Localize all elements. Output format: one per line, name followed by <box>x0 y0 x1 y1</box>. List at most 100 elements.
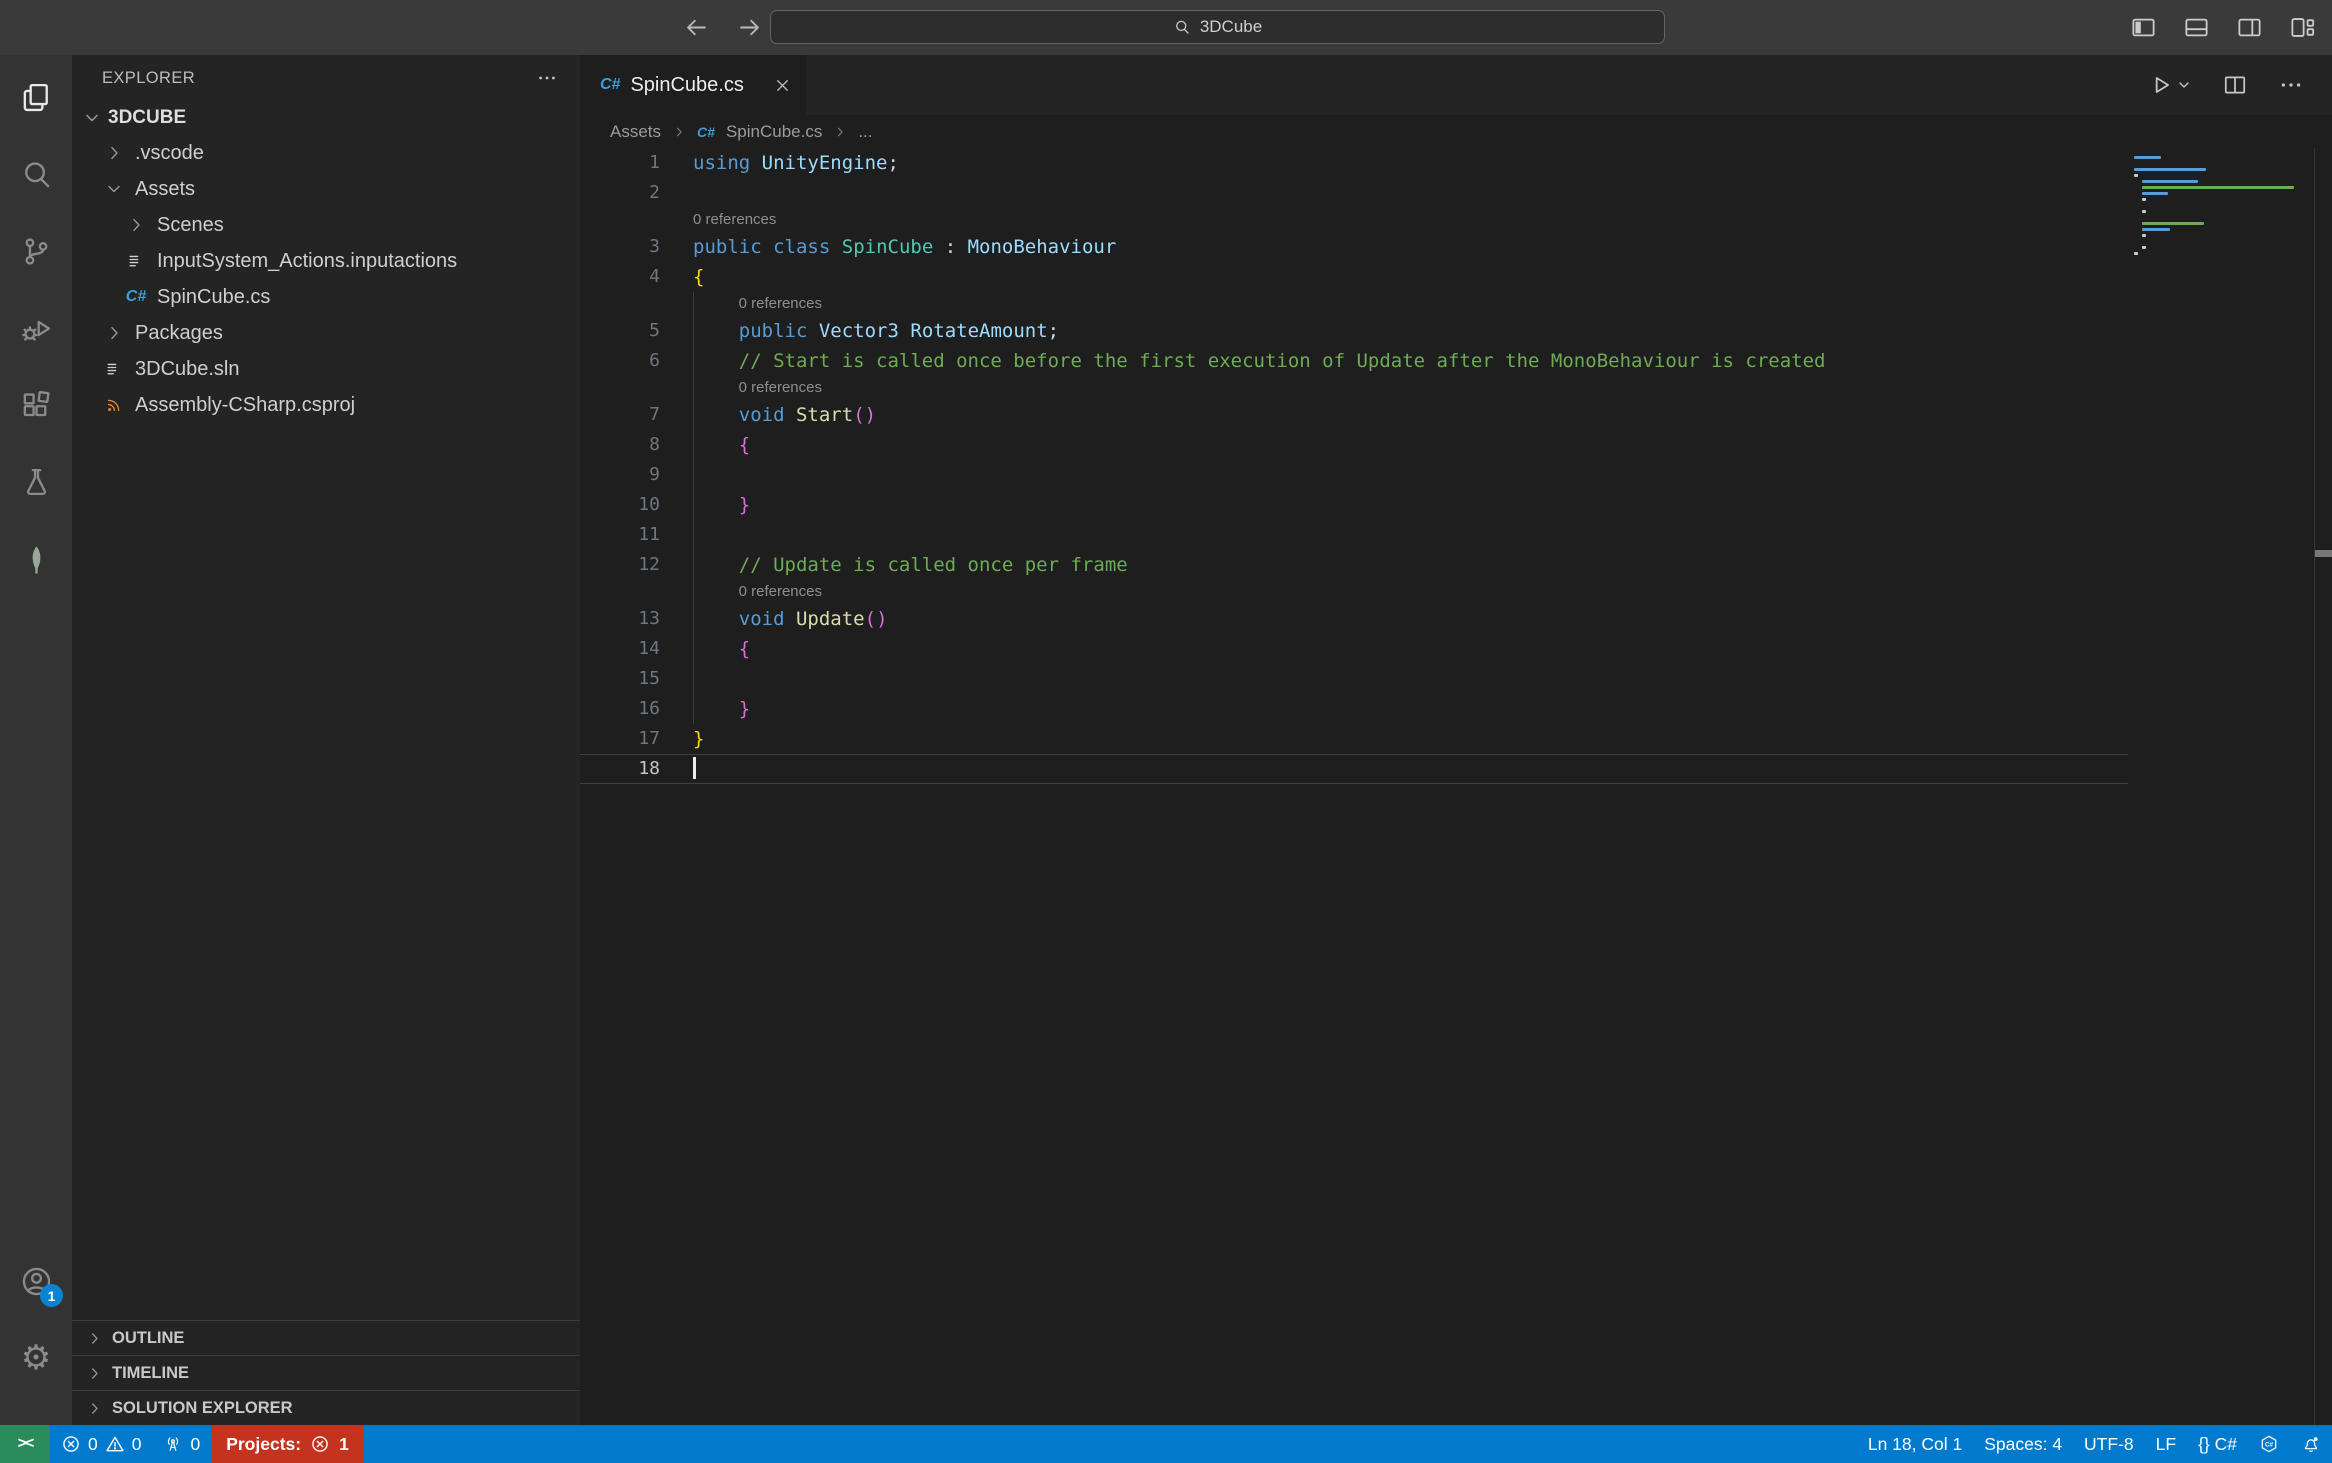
code-line-17[interactable]: 17} <box>580 724 2128 754</box>
run-debug-icon <box>19 311 54 346</box>
code-line-1[interactable]: 1using UnityEngine; <box>580 148 2128 178</box>
codelens-label[interactable]: 0 references <box>739 292 822 316</box>
panel-solution-explorer[interactable]: SOLUTION EXPLORER <box>72 1390 580 1425</box>
customize-layout-icon[interactable] <box>2289 14 2316 41</box>
remote-indicator[interactable]: >< <box>0 1425 50 1463</box>
line-content: { <box>660 634 750 664</box>
code-line-2[interactable]: 2 <box>580 178 2128 208</box>
minimap[interactable] <box>2128 156 2314 286</box>
cursor-position-status[interactable]: Ln 18, Col 1 <box>1857 1425 1973 1463</box>
tab-spincube[interactable]: C# SpinCube.cs <box>580 55 806 115</box>
tree-item-3dcube-sln[interactable]: 3DCube.sln <box>72 351 580 387</box>
code-line-10[interactable]: 10 } <box>580 490 2128 520</box>
codelens[interactable]: 0 references <box>580 292 2128 316</box>
overview-ruler-border <box>2314 148 2315 1425</box>
indent-guide <box>693 550 694 580</box>
notifications-status[interactable] <box>2290 1425 2332 1463</box>
eol-status[interactable]: LF <box>2145 1425 2187 1463</box>
code-line-14[interactable]: 14 { <box>580 634 2128 664</box>
token: ; <box>1048 320 1059 342</box>
code-line-13[interactable]: 13 void Update() <box>580 604 2128 634</box>
indentation-status[interactable]: Spaces: 4 <box>1973 1425 2073 1463</box>
activity-item-source-control[interactable] <box>12 229 60 273</box>
back-icon[interactable] <box>683 14 710 41</box>
activity-item-run-debug[interactable] <box>12 306 60 350</box>
code-line-4[interactable]: 4{ <box>580 262 2128 292</box>
token: : <box>933 236 967 258</box>
split-editor-icon[interactable] <box>2222 72 2248 98</box>
activity-item-mongodb[interactable] <box>12 537 60 581</box>
minimap-line <box>2142 234 2146 237</box>
codelens-label[interactable]: 0 references <box>739 376 822 400</box>
line-number: 16 <box>580 694 660 724</box>
activity-item-accounts[interactable]: 1 <box>12 1259 60 1303</box>
indent-guide <box>693 430 694 460</box>
codelens-label[interactable]: 0 references <box>739 580 822 604</box>
breadcrumb-symbol[interactable]: ... <box>858 122 872 142</box>
tree-item-assets[interactable]: Assets <box>72 171 580 207</box>
toggle-panel-icon[interactable] <box>2183 14 2210 41</box>
tree-root-3dcube[interactable]: 3DCUBE <box>72 101 580 135</box>
encoding-status[interactable]: UTF-8 <box>2073 1425 2145 1463</box>
toggle-sidebar-icon[interactable] <box>2130 14 2157 41</box>
tree-item-packages[interactable]: Packages <box>72 315 580 351</box>
forward-icon[interactable] <box>736 14 763 41</box>
ports-status[interactable]: 0 <box>152 1425 211 1463</box>
code-line-11[interactable]: 11 <box>580 520 2128 550</box>
indent-guide <box>693 634 694 664</box>
chevron-down-icon[interactable] <box>2176 77 2192 93</box>
code-line-3[interactable]: 3public class SpinCube : MonoBehaviour <box>580 232 2128 262</box>
projects-count: 1 <box>339 1434 349 1455</box>
file-label: Packages <box>135 322 223 345</box>
minimap-line <box>2142 198 2146 201</box>
code-line-8[interactable]: 8 { <box>580 430 2128 460</box>
line-number: 4 <box>580 262 660 292</box>
code-line-9[interactable]: 9 <box>580 460 2128 490</box>
panel-timeline[interactable]: TIMELINE <box>72 1355 580 1390</box>
codelens[interactable]: 0 references <box>580 208 2128 232</box>
breadcrumb-assets[interactable]: Assets <box>610 122 661 142</box>
code-line-15[interactable]: 15 <box>580 664 2128 694</box>
ports-count: 0 <box>190 1434 200 1455</box>
indent-guide <box>693 376 694 400</box>
codelens-label[interactable]: 0 references <box>693 208 776 232</box>
csharp-extension-status[interactable]: C# <box>2248 1425 2290 1463</box>
panel-outline[interactable]: OUTLINE <box>72 1320 580 1355</box>
tree-item--vscode[interactable]: .vscode <box>72 135 580 171</box>
activity-item-explorer[interactable] <box>12 75 60 119</box>
chevron-down-icon <box>82 108 102 128</box>
minimap-line <box>2134 156 2161 159</box>
command-center-search[interactable]: 3DCube <box>770 10 1665 44</box>
code-line-16[interactable]: 16 } <box>580 694 2128 724</box>
svg-text:C#: C# <box>2265 1442 2274 1449</box>
codelens[interactable]: 0 references <box>580 376 2128 400</box>
activity-item-settings[interactable]: ⚙ <box>12 1336 60 1380</box>
tree-item-scenes[interactable]: Scenes <box>72 207 580 243</box>
activity-item-testing[interactable] <box>12 460 60 504</box>
tree-item-inputsystem-actions-inputactions[interactable]: InputSystem_Actions.inputactions <box>72 243 580 279</box>
run-button[interactable] <box>2148 72 2192 98</box>
codelens[interactable]: 0 references <box>580 580 2128 604</box>
more-actions-icon[interactable] <box>536 67 558 89</box>
activity-item-extensions[interactable] <box>12 383 60 427</box>
tree-item-assembly-csharp-csproj[interactable]: Assembly-CSharp.csproj <box>72 387 580 423</box>
problems-status[interactable]: 0 0 <box>50 1425 152 1463</box>
activity-item-search[interactable] <box>12 152 60 196</box>
mongodb-icon <box>19 542 54 577</box>
code-line-18[interactable]: 18 <box>580 754 2128 784</box>
breadcrumb-file[interactable]: SpinCube.cs <box>726 122 822 142</box>
code-line-12[interactable]: 12 // Update is called once per frame <box>580 550 2128 580</box>
code-line-5[interactable]: 5 public Vector3 RotateAmount; <box>580 316 2128 346</box>
more-actions-icon[interactable] <box>2278 72 2304 98</box>
code-line-6[interactable]: 6 // Start is called once before the fir… <box>580 346 2128 376</box>
language-mode-status[interactable]: {} C# <box>2187 1425 2248 1463</box>
toggle-secondary-sidebar-icon[interactable] <box>2236 14 2263 41</box>
close-tab-icon[interactable] <box>773 76 792 95</box>
code-line-7[interactable]: 7 void Start() <box>580 400 2128 430</box>
indent-guide <box>693 580 694 604</box>
tree-item-spincube-cs[interactable]: C#SpinCube.cs <box>72 279 580 315</box>
projects-error-status[interactable]: Projects: 1 <box>211 1425 364 1463</box>
search-icon <box>1173 18 1191 36</box>
code-editor[interactable]: 1using UnityEngine;20 references3public … <box>580 148 2332 1425</box>
line-content: { <box>660 430 750 460</box>
